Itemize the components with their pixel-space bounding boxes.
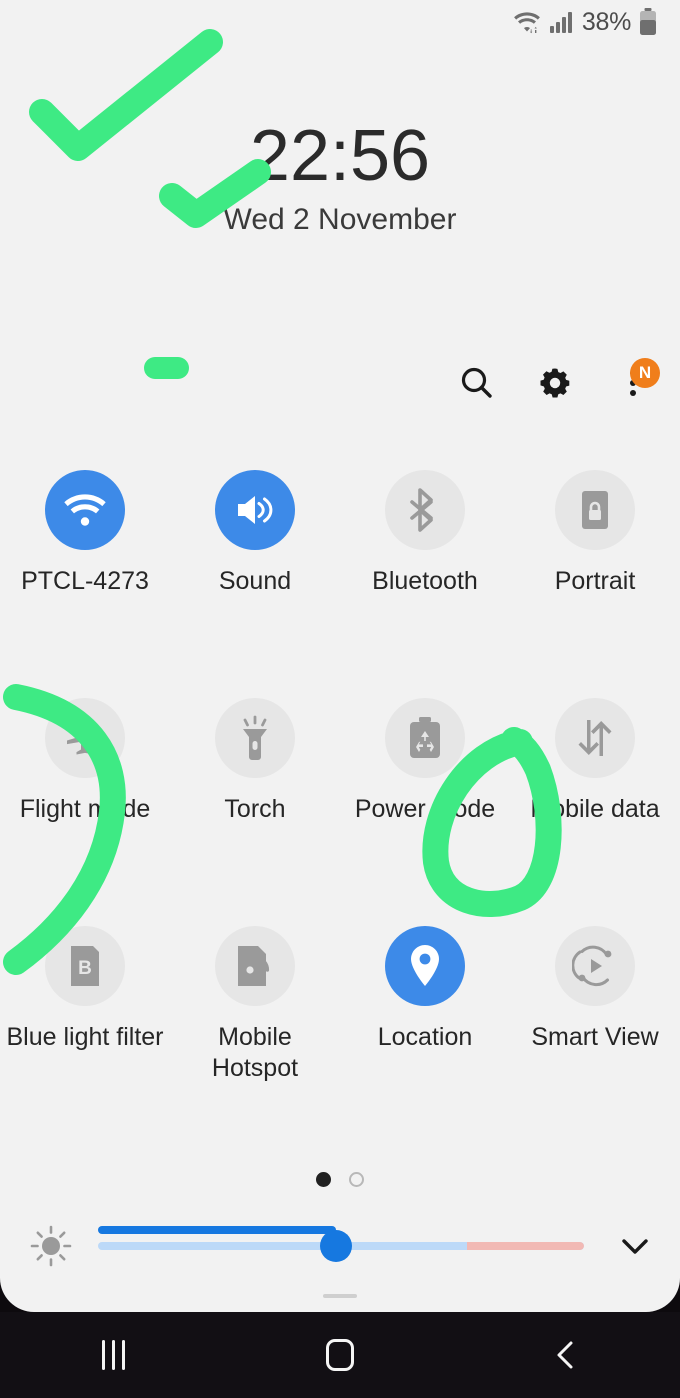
- tile-smart-view[interactable]: Smart View: [510, 926, 680, 1154]
- location-pin-icon[interactable]: [385, 926, 465, 1006]
- mobile-data-icon[interactable]: [555, 698, 635, 778]
- home-button[interactable]: [280, 1312, 400, 1398]
- recents-button[interactable]: [53, 1312, 173, 1398]
- brightness-row: [0, 1218, 680, 1274]
- recents-icon: [101, 1340, 125, 1370]
- tile-label: Mobile Hotspot: [211, 1023, 299, 1082]
- back-button[interactable]: [507, 1312, 627, 1398]
- home-icon: [325, 1339, 354, 1371]
- tile-wifi[interactable]: PTCL-4273: [0, 470, 170, 698]
- tile-label: Bluetooth: [372, 567, 478, 595]
- tile-label: Blue light filter: [6, 1023, 164, 1051]
- blue-light-filter-icon[interactable]: B: [45, 926, 125, 1006]
- tile-flight-mode[interactable]: Flight mode: [0, 698, 170, 926]
- back-chevron-icon: [557, 1341, 573, 1369]
- airplane-icon[interactable]: [45, 698, 125, 778]
- tile-label: Mobile data: [530, 795, 660, 823]
- tile-blue-light-filter[interactable]: B Blue light filter: [0, 926, 170, 1154]
- battery-icon: [638, 8, 658, 36]
- tile-portrait[interactable]: Portrait: [510, 470, 680, 698]
- phone-screen: 38% 22:56 Wed 2 November N PTCL-4273 Sou…: [0, 0, 680, 1398]
- search-icon[interactable]: [456, 362, 498, 404]
- sound-icon[interactable]: [215, 470, 295, 550]
- page-indicator: [0, 1172, 680, 1187]
- page-dot-1[interactable]: [316, 1172, 331, 1187]
- notification-badge: N: [630, 358, 660, 388]
- battery-percentage: 38%: [581, 7, 631, 36]
- bluetooth-icon[interactable]: [385, 470, 465, 550]
- tile-mobile-hotspot[interactable]: Mobile Hotspot: [170, 926, 340, 1154]
- cellular-signal-icon: [549, 10, 575, 34]
- power-mode-icon[interactable]: [385, 698, 465, 778]
- svg-text:B: B: [78, 958, 92, 979]
- clock-date[interactable]: Wed 2 November: [0, 203, 680, 237]
- tile-label: Power mode: [354, 795, 496, 823]
- wifi-icon[interactable]: [45, 470, 125, 550]
- chevron-down-icon[interactable]: [612, 1228, 658, 1264]
- smart-view-icon[interactable]: [555, 926, 635, 1006]
- more-options-icon[interactable]: N: [612, 358, 660, 404]
- panel-drag-handle[interactable]: [323, 1294, 357, 1298]
- navigation-bar: [0, 1312, 680, 1398]
- flashlight-icon[interactable]: [215, 698, 295, 778]
- tile-label: PTCL-4273: [21, 567, 149, 595]
- mobile-hotspot-icon[interactable]: [215, 926, 295, 1006]
- clock-block[interactable]: 22:56 Wed 2 November: [0, 115, 680, 237]
- tile-torch[interactable]: Torch: [170, 698, 340, 926]
- tile-label: Sound: [218, 567, 292, 595]
- gear-icon[interactable]: [534, 362, 576, 404]
- tile-label: Torch: [224, 795, 286, 823]
- tile-power-mode[interactable]: Power mode: [340, 698, 510, 926]
- tile-label: Location: [377, 1023, 473, 1051]
- rotation-lock-icon[interactable]: [555, 470, 635, 550]
- header-actions: N: [456, 358, 660, 404]
- tile-bluetooth[interactable]: Bluetooth: [340, 470, 510, 698]
- quick-settings-panel: 38% 22:56 Wed 2 November N PTCL-4273 Sou…: [0, 0, 680, 1312]
- page-dot-2[interactable]: [349, 1172, 364, 1187]
- brightness-sun-icon: [22, 1223, 80, 1269]
- tile-label: Portrait: [554, 567, 636, 595]
- slider-thumb[interactable]: [320, 1230, 353, 1262]
- slider-warning-zone: [467, 1242, 584, 1250]
- tile-label: Flight mode: [19, 795, 151, 823]
- status-bar: 38%: [0, 0, 680, 44]
- tile-location[interactable]: Location: [340, 926, 510, 1154]
- brightness-slider[interactable]: [98, 1226, 584, 1266]
- slider-fill: [98, 1226, 337, 1234]
- wifi-data-icon: [512, 9, 542, 35]
- tile-mobile-data[interactable]: Mobile data: [510, 698, 680, 926]
- quick-settings-tiles: PTCL-4273 Sound Bluetooth Portrait Fligh…: [0, 470, 680, 1154]
- tile-label: Smart View: [531, 1023, 659, 1051]
- clock-time[interactable]: 22:56: [0, 115, 680, 197]
- tile-sound[interactable]: Sound: [170, 470, 340, 698]
